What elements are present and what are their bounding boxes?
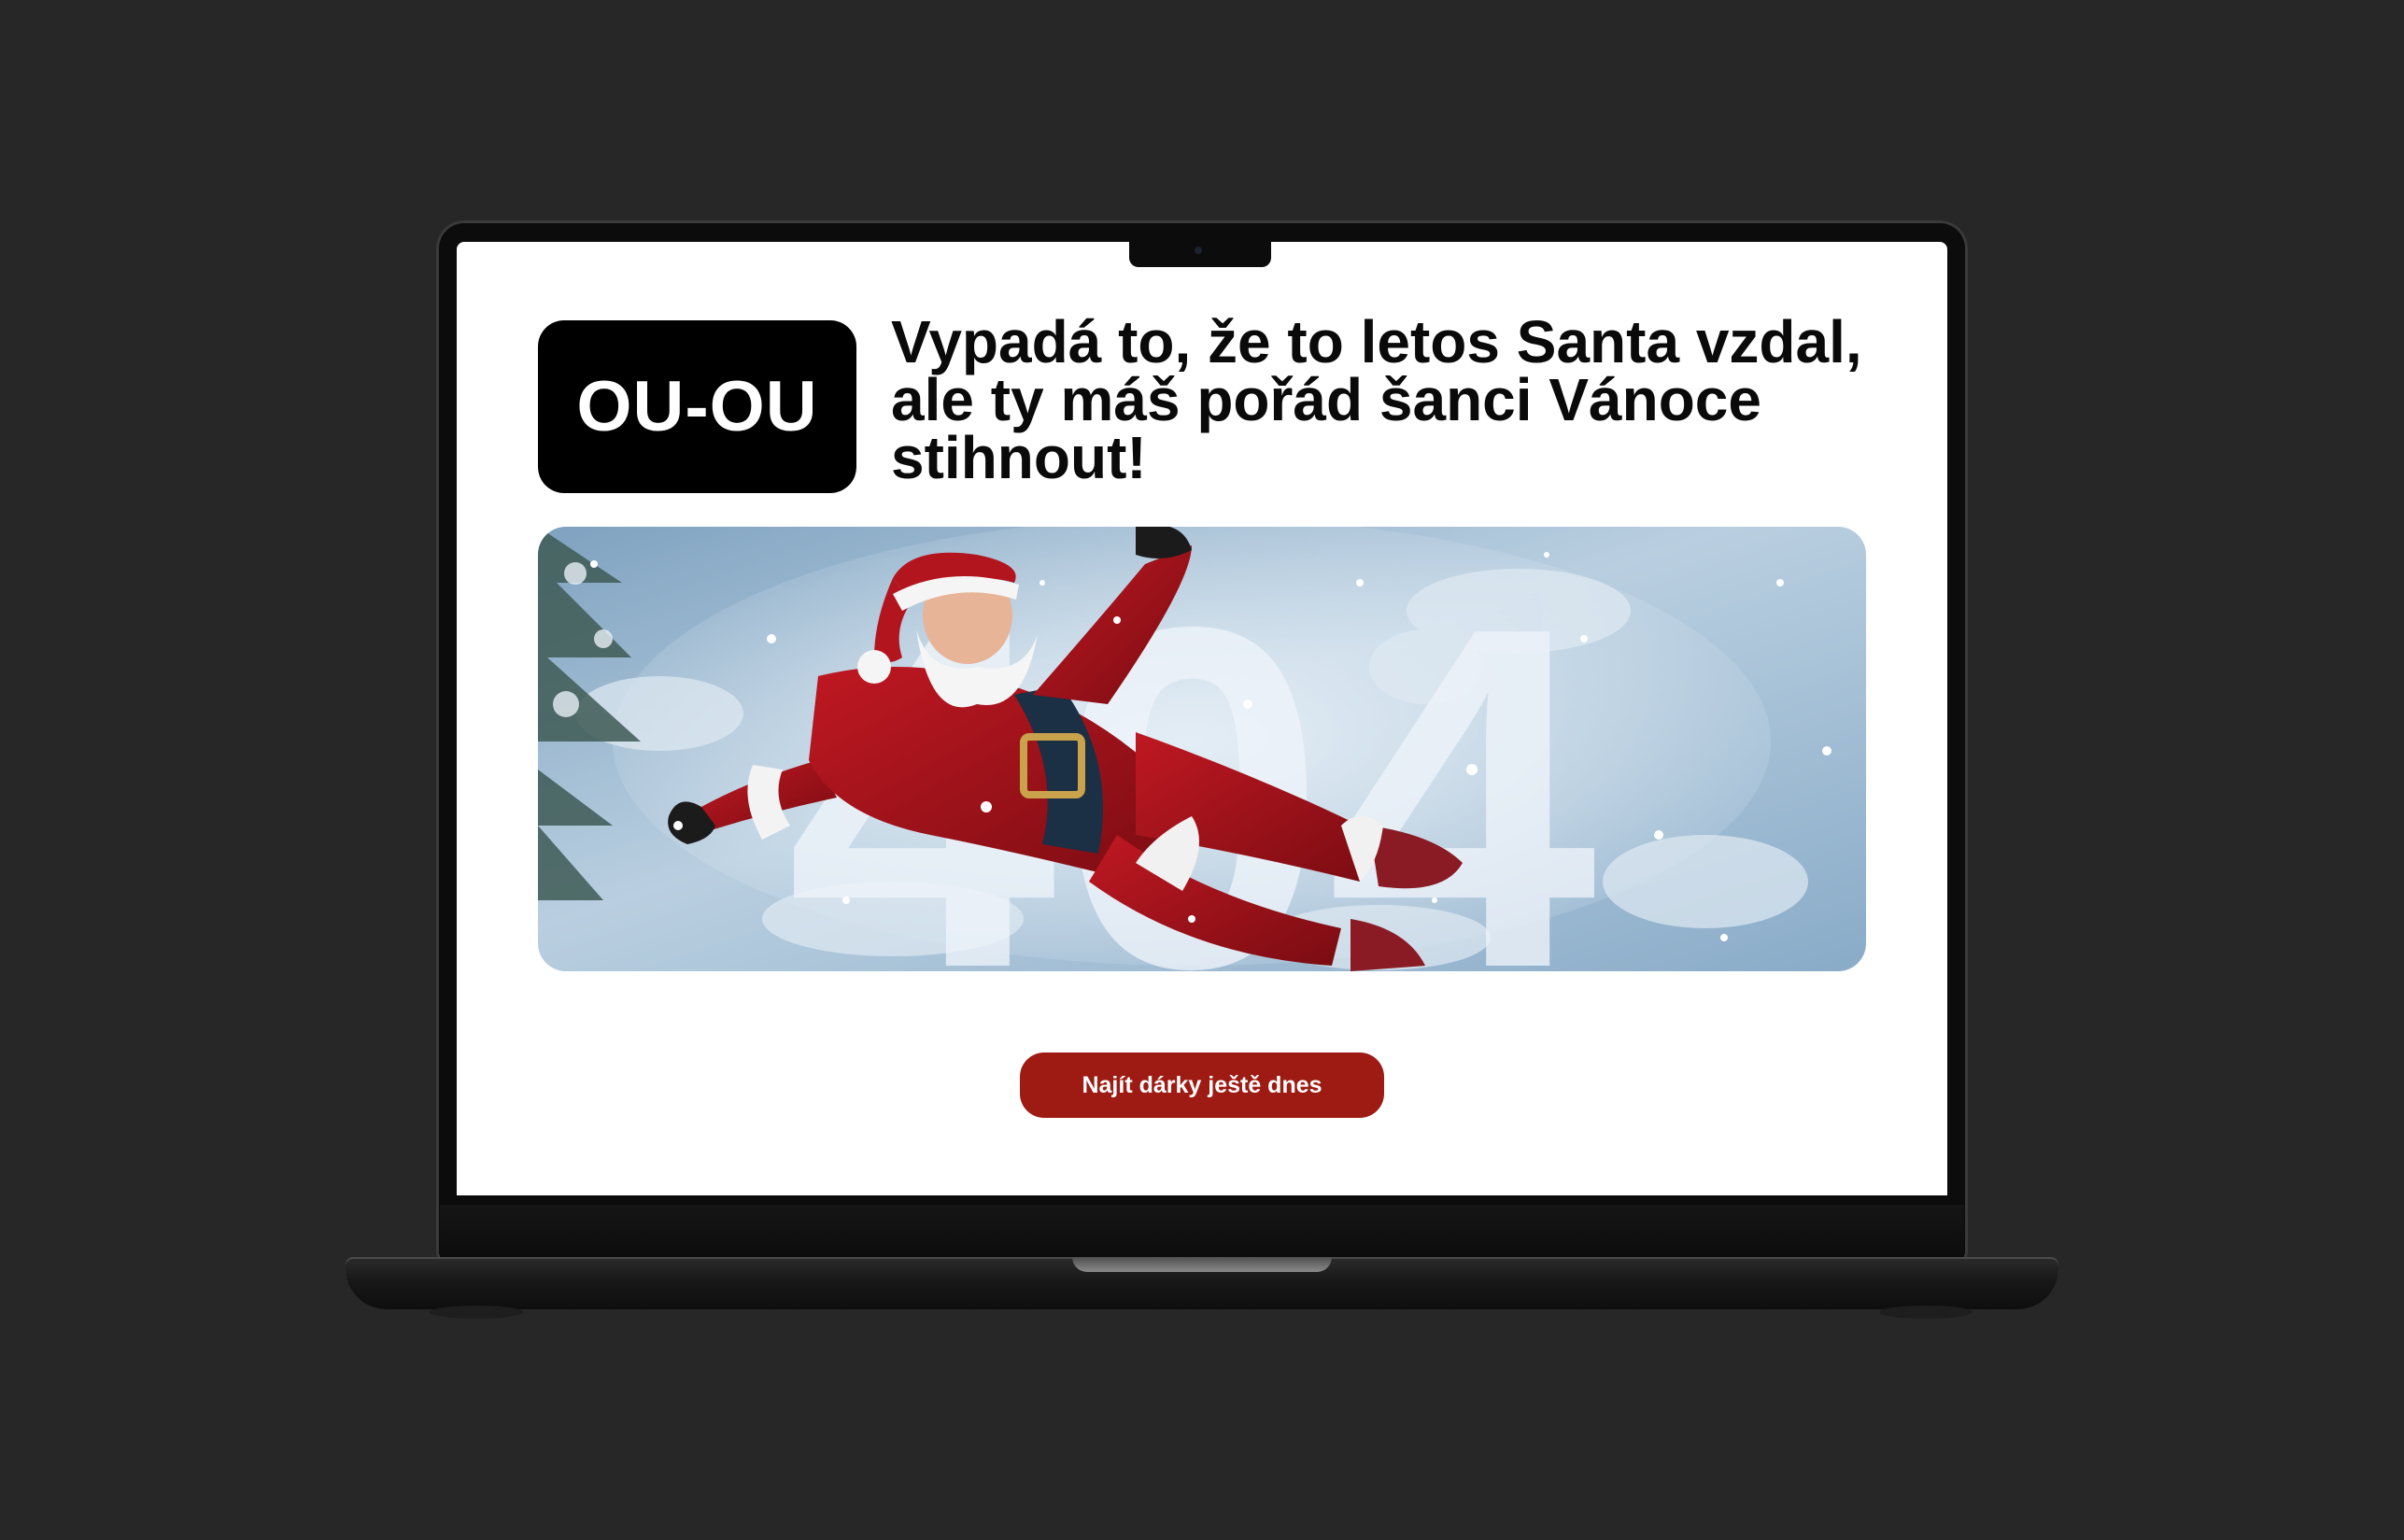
laptop-screen: OU-OU Vypadá to, že to letos Santa vzdal… [457,242,1947,1195]
laptop-foot [430,1306,523,1319]
find-gifts-button[interactable]: Najít dárky ještě dnes [1020,1053,1384,1118]
hero-image: 404 [538,527,1866,971]
camera-notch [1129,239,1271,267]
laptop-bezel [440,1205,1964,1257]
badge-label: OU-OU [576,367,818,446]
santa-snow-illustration: 404 [538,527,1866,971]
laptop-foot [1879,1306,1973,1319]
trackpad-lip [1072,1257,1332,1272]
error-badge: OU-OU [538,320,856,493]
camera-icon [1195,247,1202,254]
page-headline: Vypadá to, že to letos Santa vzdal, ale … [891,308,1862,491]
